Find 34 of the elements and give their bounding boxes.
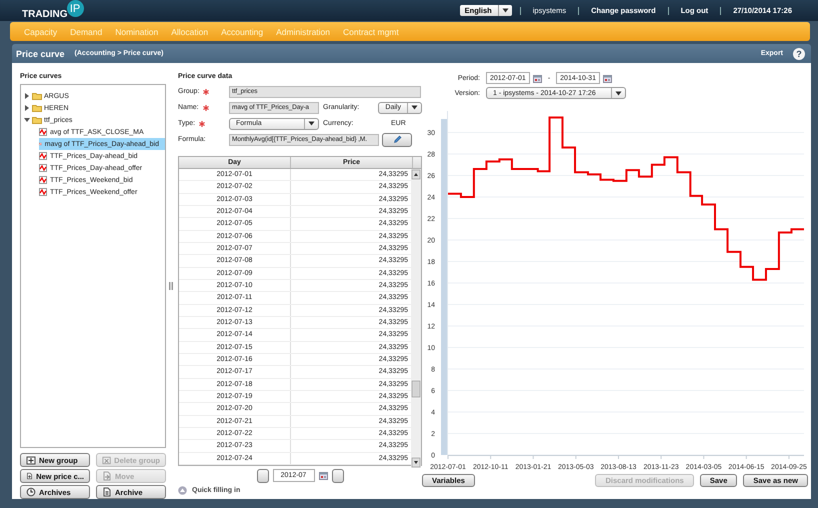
calendar-icon[interactable] [318,471,328,480]
caret-icon [615,90,622,96]
up-arrow-icon [178,486,187,495]
next-button[interactable] [332,468,344,482]
chart-icon [39,140,42,148]
help-button[interactable]: ? [793,48,805,60]
range-handle[interactable] [441,119,447,455]
splitter-handle[interactable] [169,282,173,290]
move-document-icon [102,471,112,481]
chart-icon [39,176,47,184]
chart-icon [39,128,47,136]
previous-button[interactable] [256,468,268,482]
logo-badge: IP [66,0,84,17]
chart-icon [39,188,47,196]
document-icon [102,487,112,497]
logo-text: TRADING [22,10,68,20]
caret-icon [308,121,315,126]
collapse-arrow-icon[interactable] [24,93,30,99]
clock-icon [26,487,36,497]
chart-icon [39,152,47,160]
delete-folder-icon [102,455,112,465]
caret-icon [411,105,418,110]
edit-button[interactable] [382,132,412,146]
collapse-arrow-icon[interactable] [24,105,30,111]
add-folder-icon [26,455,36,465]
calendar-icon[interactable] [532,74,542,82]
add-document-icon [26,471,34,481]
page-title: Price curve [16,48,65,58]
expand-arrow-icon[interactable] [24,117,30,123]
calendar-icon[interactable] [602,74,612,82]
chart-icon [39,164,47,172]
scrollbar[interactable] [411,169,421,468]
caret-icon [502,8,509,13]
pencil-icon [392,135,402,144]
